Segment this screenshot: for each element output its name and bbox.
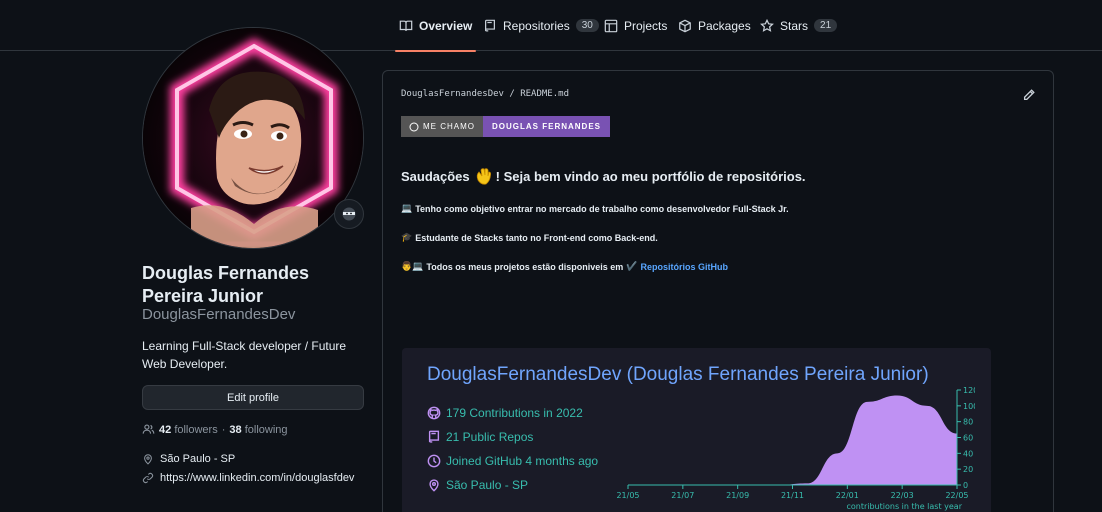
readme-path: DouglasFernandesDev / README.md	[401, 89, 569, 99]
repo-count-badge: 30	[575, 19, 599, 32]
tab-label: Overview	[419, 18, 473, 33]
github-repos-link[interactable]: Repositórios GitHub	[641, 262, 729, 272]
status-button[interactable]	[334, 199, 364, 229]
followers-label: followers	[174, 423, 218, 436]
name-badge: ME CHAMO DOUGLAS FERNANDES	[401, 116, 611, 137]
tab-stars[interactable]: Stars 21	[760, 0, 838, 51]
technologist-emoji-icon: 👨💻	[401, 262, 424, 272]
table-icon	[604, 19, 618, 32]
tab-repositories[interactable]: Repositories 30	[483, 0, 599, 51]
readme-line-goal: 💻 Tenho como objetivo entrar no mercado …	[401, 204, 789, 214]
followers-count: 42	[159, 423, 172, 436]
readme-line-text: Todos os meus projetos estão disponiveis…	[426, 262, 624, 272]
location-icon	[429, 479, 439, 492]
x-tick-label: 22/05	[945, 491, 968, 500]
y-tick-label: 60	[963, 434, 973, 443]
tab-projects[interactable]: Projects	[604, 0, 667, 51]
readme-line-text: Tenho como objetivo entrar no mercado de…	[415, 204, 789, 214]
profile-username: DouglasFernandesDev	[142, 306, 296, 323]
edit-profile-button[interactable]: Edit profile	[142, 385, 364, 410]
x-tick-label: 22/03	[891, 491, 914, 500]
x-tick-label: 21/09	[726, 491, 749, 500]
circle-logo-icon	[409, 122, 419, 131]
y-tick-label: 40	[963, 449, 973, 458]
readme-path-user[interactable]: DouglasFernandesDev	[401, 89, 504, 99]
graduation-cap-emoji-icon: 🎓	[401, 233, 413, 243]
package-icon	[679, 19, 691, 32]
stat-location: São Paulo - SP	[427, 478, 528, 492]
follow-stats: 42 followers · 38 following	[142, 423, 288, 436]
github-icon	[427, 406, 441, 420]
followers-link[interactable]: 42 followers	[159, 424, 218, 436]
laptop-emoji-icon: 💻	[401, 204, 413, 214]
x-tick-label: 21/11	[781, 491, 804, 500]
badge-right-text: DOUGLAS FERNANDES	[483, 116, 611, 137]
readme-line-text: Estudante de Stacks tanto no Front-end c…	[415, 233, 658, 243]
x-tick-label: 21/05	[616, 491, 639, 500]
avatar[interactable]	[142, 27, 364, 249]
pencil-icon[interactable]	[1022, 88, 1036, 102]
people-icon	[142, 424, 155, 434]
star-icon	[760, 18, 774, 32]
profile-bio: Learning Full-Stack developer / Future W…	[142, 339, 347, 371]
x-axis-label: contributions in the last year	[846, 502, 962, 511]
follow-separator: ·	[221, 423, 226, 436]
profile-location: São Paulo - SP	[142, 453, 235, 465]
tab-label: Packages	[698, 18, 751, 33]
badge-left-text: ME CHAMO	[423, 122, 475, 131]
website-link[interactable]: https://www.linkedin.com/in/douglasfdev	[160, 472, 354, 484]
stat-text: Joined GitHub 4 months ago	[446, 454, 599, 468]
location-text: São Paulo - SP	[160, 453, 236, 465]
stat-repos: 21 Public Repos	[427, 430, 533, 444]
location-icon	[144, 454, 152, 465]
readme-path-separator: /	[509, 89, 515, 99]
tab-packages[interactable]: Packages	[678, 0, 751, 51]
readme-line-projects: 👨💻 Todos os meus projetos estão disponiv…	[401, 262, 728, 272]
stat-joined: Joined GitHub 4 months ago	[427, 454, 598, 468]
y-tick-label: 120	[963, 386, 975, 395]
contributions-chart: 21/05 21/07 21/09 21/11 22/01 22/03 22/050 20 40…	[616, 386, 975, 511]
repo-icon	[428, 430, 440, 443]
book-icon	[399, 20, 413, 31]
stat-text: São Paulo - SP	[446, 478, 529, 492]
link-icon	[142, 472, 154, 484]
readme-line-student: 🎓 Estudante de Stacks tanto no Front-end…	[401, 233, 658, 243]
profile-full-name: Douglas Fernandes Pereira Junior	[142, 263, 310, 306]
following-link[interactable]: 38 following	[229, 424, 287, 436]
greeting-pre: Saudações	[401, 168, 470, 184]
stat-text: 179 Contributions in 2022	[446, 406, 583, 420]
following-label: following	[244, 423, 288, 436]
badge-left: ME CHAMO	[401, 116, 483, 137]
following-count: 38	[229, 423, 242, 436]
tab-label: Projects	[624, 18, 668, 33]
tab-overview[interactable]: Overview	[394, 0, 477, 52]
stat-contributions: 179 Contributions in 2022	[427, 406, 583, 420]
y-tick-label: 20	[963, 465, 973, 474]
greeting-post: ! Seja bem vindo ao meu portfólio de rep…	[495, 168, 806, 184]
x-tick-label: 22/01	[836, 491, 859, 500]
contributions-area	[628, 395, 957, 485]
y-tick-label: 80	[963, 418, 973, 427]
clock-icon	[427, 454, 441, 468]
x-tick-label: 21/07	[671, 491, 694, 500]
check-emoji-icon: ✔️	[626, 262, 638, 272]
y-tick-label: 0	[963, 481, 968, 490]
readme-path-file[interactable]: README.md	[520, 89, 569, 99]
readme-greeting: Saudações ! Seja bem vindo ao meu portfó…	[401, 166, 806, 186]
repo-icon	[485, 19, 495, 32]
avatar-image	[143, 28, 363, 248]
stat-text: 21 Public Repos	[446, 430, 534, 444]
y-tick-label: 100	[963, 402, 975, 411]
tab-label: Stars	[780, 18, 809, 33]
stars-count-badge: 21	[814, 19, 838, 32]
tab-label: Repositories	[503, 18, 570, 33]
profile-website: https://www.linkedin.com/in/douglasfdev	[142, 472, 354, 484]
profile-tabs: Overview Repositories 30 Projects Packag…	[0, 0, 1102, 52]
ninja-emoji-icon	[342, 207, 356, 221]
waving-hand-icon	[476, 168, 491, 185]
